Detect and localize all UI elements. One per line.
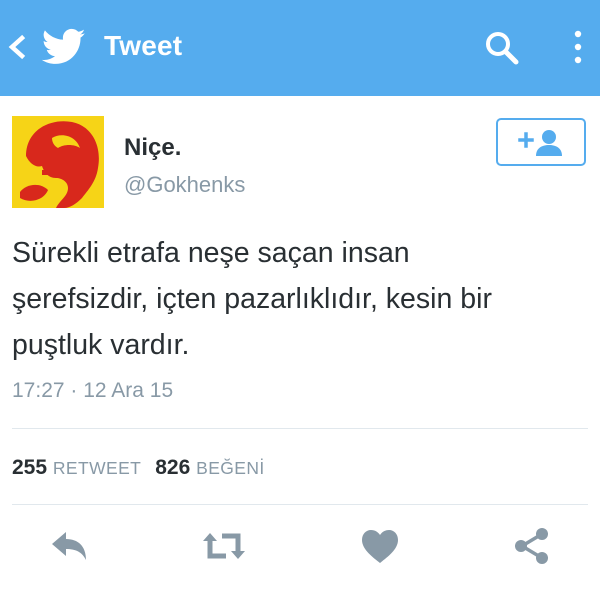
tweet-line: şerefsizdir, içten pazarlıklıdır, kesin … (12, 283, 492, 315)
follow-button[interactable] (496, 118, 586, 166)
twitter-bird-icon (41, 28, 86, 64)
tweet-line: puştluk vardır. (12, 329, 190, 361)
retweet-icon (203, 533, 245, 559)
retweet-stat[interactable]: 255 RETWEET (12, 456, 141, 479)
chevron-left-icon (8, 34, 26, 60)
twitter-logo (41, 28, 86, 66)
avatar-image (12, 116, 104, 208)
like-heart-icon (362, 530, 398, 563)
app-bar-title: Tweet (104, 30, 183, 61)
overflow-menu-icon (574, 30, 582, 64)
divider (12, 504, 588, 505)
author-handle[interactable]: @Gokhenks (124, 172, 245, 198)
author-avatar[interactable] (12, 116, 104, 208)
tweet-line: Sürekli etrafa neşe saçan insan (12, 237, 410, 269)
like-button[interactable] (358, 524, 402, 568)
like-count: 826 (155, 456, 191, 479)
divider (12, 428, 588, 429)
search-icon (486, 32, 519, 65)
reply-button[interactable] (46, 524, 90, 568)
tweet-timestamp: 17:27 · 12 Ara 15 (12, 379, 174, 402)
follow-user-icon (518, 130, 562, 156)
like-label: BEĞENİ (196, 458, 265, 478)
search-button[interactable] (484, 30, 520, 66)
share-button[interactable] (510, 524, 554, 568)
retweet-label: RETWEET (52, 458, 142, 478)
tweet-text: Sürekli etrafa neşe saçan insan şerefsiz… (12, 230, 592, 368)
overflow-menu-button[interactable] (568, 28, 588, 68)
author-name[interactable]: Niçe. (124, 134, 181, 162)
tweet-stats: 255 RETWEET 826 BEĞENİ (12, 456, 265, 480)
like-stat[interactable]: 826 BEĞENİ (155, 456, 264, 479)
reply-icon (52, 532, 86, 560)
app-bar: Tweet (0, 0, 600, 96)
share-icon (515, 528, 548, 564)
retweet-count: 255 (12, 456, 48, 479)
retweet-button[interactable] (200, 524, 245, 568)
back-button[interactable] (6, 32, 28, 62)
